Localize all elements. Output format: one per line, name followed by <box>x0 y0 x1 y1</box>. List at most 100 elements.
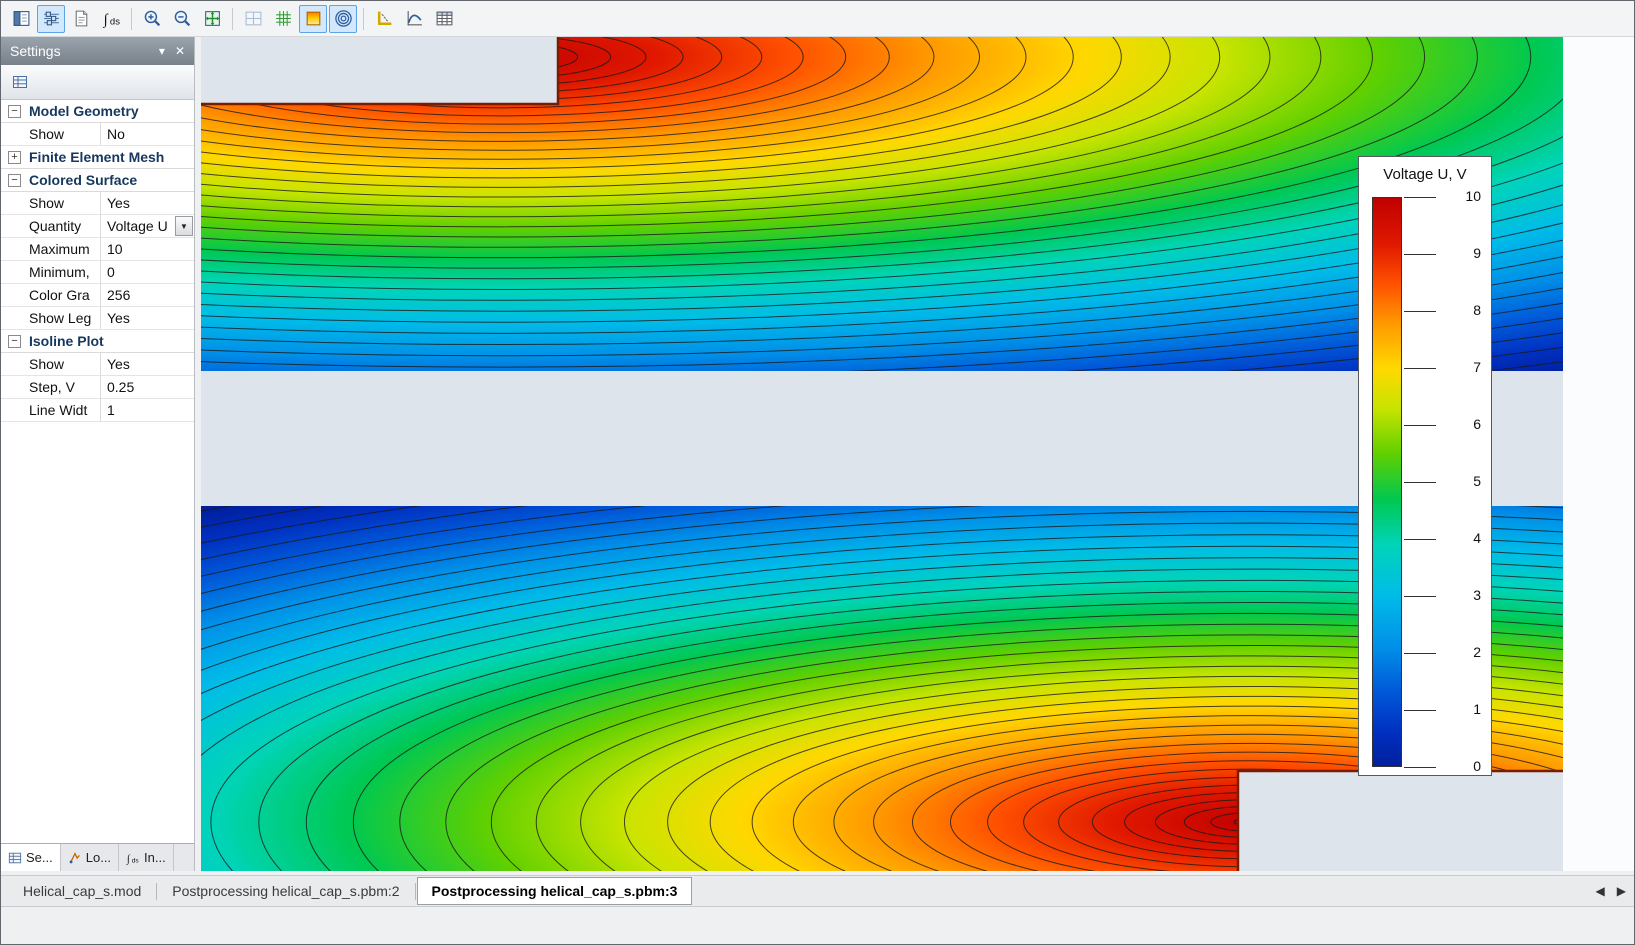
property-value-text: No <box>107 126 125 142</box>
legend-tick-label: 10 <box>1465 188 1481 204</box>
collapse-icon[interactable]: − <box>8 335 21 348</box>
mesh-visibility-icon <box>274 9 293 28</box>
legend-title: Voltage U, V <box>1359 166 1491 183</box>
property-row-isoline-plot-line-widt: Line Widt1 <box>1 399 194 422</box>
legend-tick-line <box>1404 710 1436 711</box>
svg-text:ds: ds <box>132 857 140 864</box>
settings-panel-header[interactable]: Settings ▾ ✕ <box>1 37 194 65</box>
legend-tick-line <box>1404 596 1436 597</box>
toolbar-separator <box>232 8 233 30</box>
postprocessing-settings-button[interactable] <box>37 5 65 33</box>
panel-tab-lo[interactable]: Lo... <box>61 844 119 871</box>
plot-area: Voltage U, V 109876543210 <box>201 37 1634 871</box>
property-value-text: 10 <box>107 241 123 257</box>
tabs-scroll-left-icon[interactable]: ◀ <box>1596 884 1605 898</box>
legend-tick-label: 7 <box>1473 359 1481 375</box>
tab-separator <box>156 883 157 900</box>
property-label: Minimum, <box>1 261 101 283</box>
legend-tick-line <box>1404 368 1436 369</box>
group-label: Isoline Plot <box>29 333 104 349</box>
panel-close-icon[interactable]: ✕ <box>175 44 185 58</box>
legend-tick-label: 3 <box>1473 587 1481 603</box>
property-row-colored-surface-show: Show Yes <box>1 192 194 215</box>
xy-plot-button[interactable] <box>400 5 428 33</box>
legend-ticks: 109876543210 <box>1404 197 1485 767</box>
group-label: Model Geometry <box>29 103 139 119</box>
integraltab-icon: ∫ds <box>126 851 140 865</box>
zoom-to-extents-button[interactable] <box>198 5 226 33</box>
zoom-out-button[interactable] <box>168 5 196 33</box>
group-header-finite-element-mesh[interactable]: +Finite Element Mesh <box>1 146 194 169</box>
property-value-text: Yes <box>107 310 130 326</box>
settings-panel: Settings ▾ ✕ −Model GeometryShowNo+Finit… <box>1 37 195 871</box>
property-value[interactable]: Voltage U ▼ <box>101 215 194 237</box>
property-value[interactable]: 0.25 <box>101 376 194 398</box>
legend-tick-line <box>1404 539 1436 540</box>
panel-tab-label: Lo... <box>86 850 111 865</box>
integral-calculator-button[interactable]: ∫ds <box>97 5 125 33</box>
property-row-colored-surface-minimum: Minimum, 0 <box>1 261 194 284</box>
group-header-model-geometry[interactable]: −Model Geometry <box>1 100 194 123</box>
open-model-document-icon <box>72 9 91 28</box>
property-value-text: Voltage U <box>107 218 168 234</box>
inspect-table-icon <box>435 9 454 28</box>
collapse-icon[interactable]: − <box>8 174 21 187</box>
isoline-plot-icon <box>334 9 353 28</box>
legend-options-button[interactable] <box>9 71 31 93</box>
zoom-in-button[interactable] <box>138 5 166 33</box>
svg-text:∫: ∫ <box>126 853 131 864</box>
property-value[interactable]: Yes <box>101 192 194 214</box>
collapse-icon[interactable]: − <box>8 105 21 118</box>
isoline-plot-button[interactable] <box>329 5 357 33</box>
document-tab-postprocessing-helical-cap-s-pbm-2[interactable]: Postprocessing helical_cap_s.pbm:2 <box>158 878 413 904</box>
tabs-scroll-right-icon[interactable]: ▶ <box>1617 884 1626 898</box>
property-value[interactable]: Yes <box>101 307 194 329</box>
field-legend[interactable]: Voltage U, V 109876543210 <box>1358 156 1492 776</box>
split-windows-button[interactable] <box>239 5 267 33</box>
group-header-isoline-plot[interactable]: −Isoline Plot <box>1 330 194 353</box>
property-label: Color Gra <box>1 284 101 306</box>
property-value-text: 0 <box>107 264 115 280</box>
inspect-table-button[interactable] <box>430 5 458 33</box>
document-tab-helical-cap-s-mod[interactable]: Helical_cap_s.mod <box>9 878 155 904</box>
colored-surface-button[interactable] <box>299 5 327 33</box>
svg-text:∫: ∫ <box>102 12 108 28</box>
property-row-colored-surface-maximum: Maximum10 <box>1 238 194 261</box>
property-value[interactable]: No <box>101 123 194 145</box>
document-tab-postprocessing-helical-cap-s-pbm-3[interactable]: Postprocessing helical_cap_s.pbm:3 <box>417 877 693 905</box>
panel-menu-icon[interactable]: ▾ <box>159 44 165 58</box>
property-label: Show Leg <box>1 307 101 329</box>
panel-tab-bar: Se... Lo... ∫dsIn... <box>1 843 194 871</box>
property-value[interactable]: 1 <box>101 399 194 421</box>
legend-tick-label: 6 <box>1473 416 1481 432</box>
split-windows-icon <box>244 9 263 28</box>
toolbar-separator <box>363 8 364 30</box>
property-label: Line Widt <box>1 399 101 421</box>
integral-calculator-icon: ∫ds <box>102 9 121 28</box>
property-row-model-geometry-show: ShowNo <box>1 123 194 146</box>
property-label: Step, V <box>1 376 101 398</box>
property-label: Show <box>1 192 101 214</box>
dropdown-arrow-icon[interactable]: ▼ <box>175 216 193 236</box>
legend-tick-label: 5 <box>1473 473 1481 489</box>
property-value[interactable]: 10 <box>101 238 194 260</box>
property-value[interactable]: 0 <box>101 261 194 283</box>
open-model-document-button[interactable] <box>67 5 95 33</box>
property-value[interactable]: Yes <box>101 353 194 375</box>
property-value-text: Yes <box>107 195 130 211</box>
svg-text:ds: ds <box>109 16 119 27</box>
legend-tick-line <box>1404 482 1436 483</box>
mesh-visibility-button[interactable] <box>269 5 297 33</box>
electrode-block-bottom-right <box>1238 771 1563 871</box>
properties-window-button[interactable] <box>7 5 35 33</box>
group-header-colored-surface[interactable]: −Colored Surface <box>1 169 194 192</box>
property-row-colored-surface-show-leg: Show Leg Yes <box>1 307 194 330</box>
group-label: Colored Surface <box>29 172 137 188</box>
expand-icon[interactable]: + <box>8 151 21 164</box>
panel-tab-in[interactable]: ∫dsIn... <box>119 844 174 871</box>
zoom-to-extents-icon <box>203 9 222 28</box>
property-value[interactable]: 256 <box>101 284 194 306</box>
localtab-icon <box>68 851 82 865</box>
panel-tab-se[interactable]: Se... <box>1 844 61 871</box>
field-lines-button[interactable] <box>370 5 398 33</box>
